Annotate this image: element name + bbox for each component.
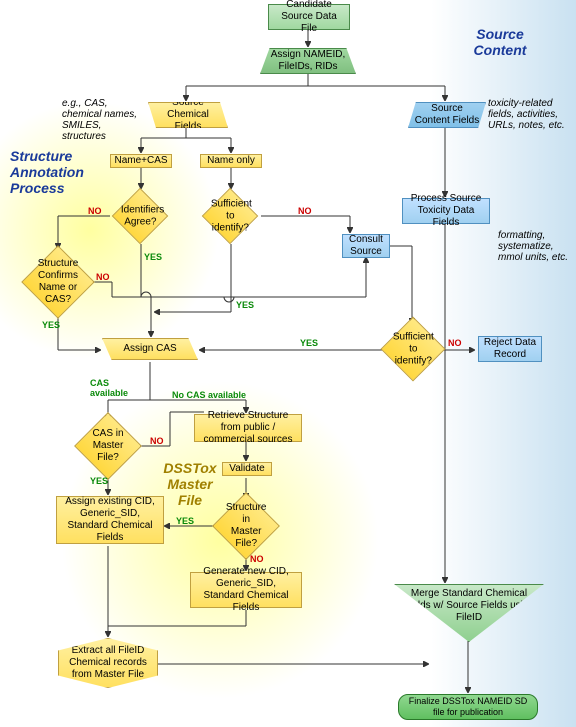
lbl-no-1: NO	[88, 206, 102, 216]
lbl-no-2: NO	[298, 206, 312, 216]
node-final: Finalize DSSTox NAMEID SD file for publi…	[398, 694, 538, 720]
lbl-no-6: NO	[250, 554, 264, 564]
note-chem: e.g., CAS, chemical names, SMILES, struc…	[62, 98, 146, 142]
lbl-no-5: NO	[150, 436, 164, 446]
lbl-no-4: NO	[448, 338, 462, 348]
title-left: Structure Annotation Process	[10, 148, 100, 196]
lbl-no-cas: No CAS available	[172, 390, 246, 400]
lbl-yes-6: YES	[176, 516, 194, 526]
node-consult: Consult Source	[342, 234, 390, 258]
lbl-yes-5: YES	[90, 476, 108, 486]
node-validate: Validate	[222, 462, 272, 476]
title-master: DSSTox Master File	[155, 460, 225, 508]
node-name-cas: Name+CAS	[110, 154, 172, 168]
node-src-chem: Source Chemical Fields	[148, 102, 228, 128]
lbl-cas-av: CAS available	[90, 378, 136, 398]
node-retrieve: Retrieve Structure from public / commerc…	[194, 414, 302, 442]
lbl-yes-4: YES	[300, 338, 318, 348]
node-src-cont: Source Content Fields	[408, 102, 486, 128]
note-tox: toxicity-related fields, activities, URL…	[488, 98, 574, 131]
node-reject: Reject Data Record	[478, 336, 542, 362]
note-fmt: formatting, systematize, mmol units, etc…	[498, 230, 570, 263]
lbl-yes-1: YES	[144, 252, 162, 262]
lbl-yes-3: YES	[42, 320, 60, 330]
node-start: Candidate Source Data File	[268, 4, 350, 30]
node-process-tox: Process Source Toxicity Data Fields	[402, 198, 490, 224]
node-gen-new: Generate new CID, Generic_SID, Standard …	[190, 572, 302, 608]
node-name-only: Name only	[200, 154, 262, 168]
node-assign-ids: Assign NAMEID, FileIDs, RIDs	[260, 48, 356, 74]
node-assign-cas: Assign CAS	[102, 338, 198, 360]
lbl-no-3: NO	[96, 272, 110, 282]
title-right: Source Content	[460, 26, 540, 58]
node-assign-exist: Assign existing CID, Generic_SID, Standa…	[56, 496, 164, 544]
lbl-yes-2: YES	[236, 300, 254, 310]
